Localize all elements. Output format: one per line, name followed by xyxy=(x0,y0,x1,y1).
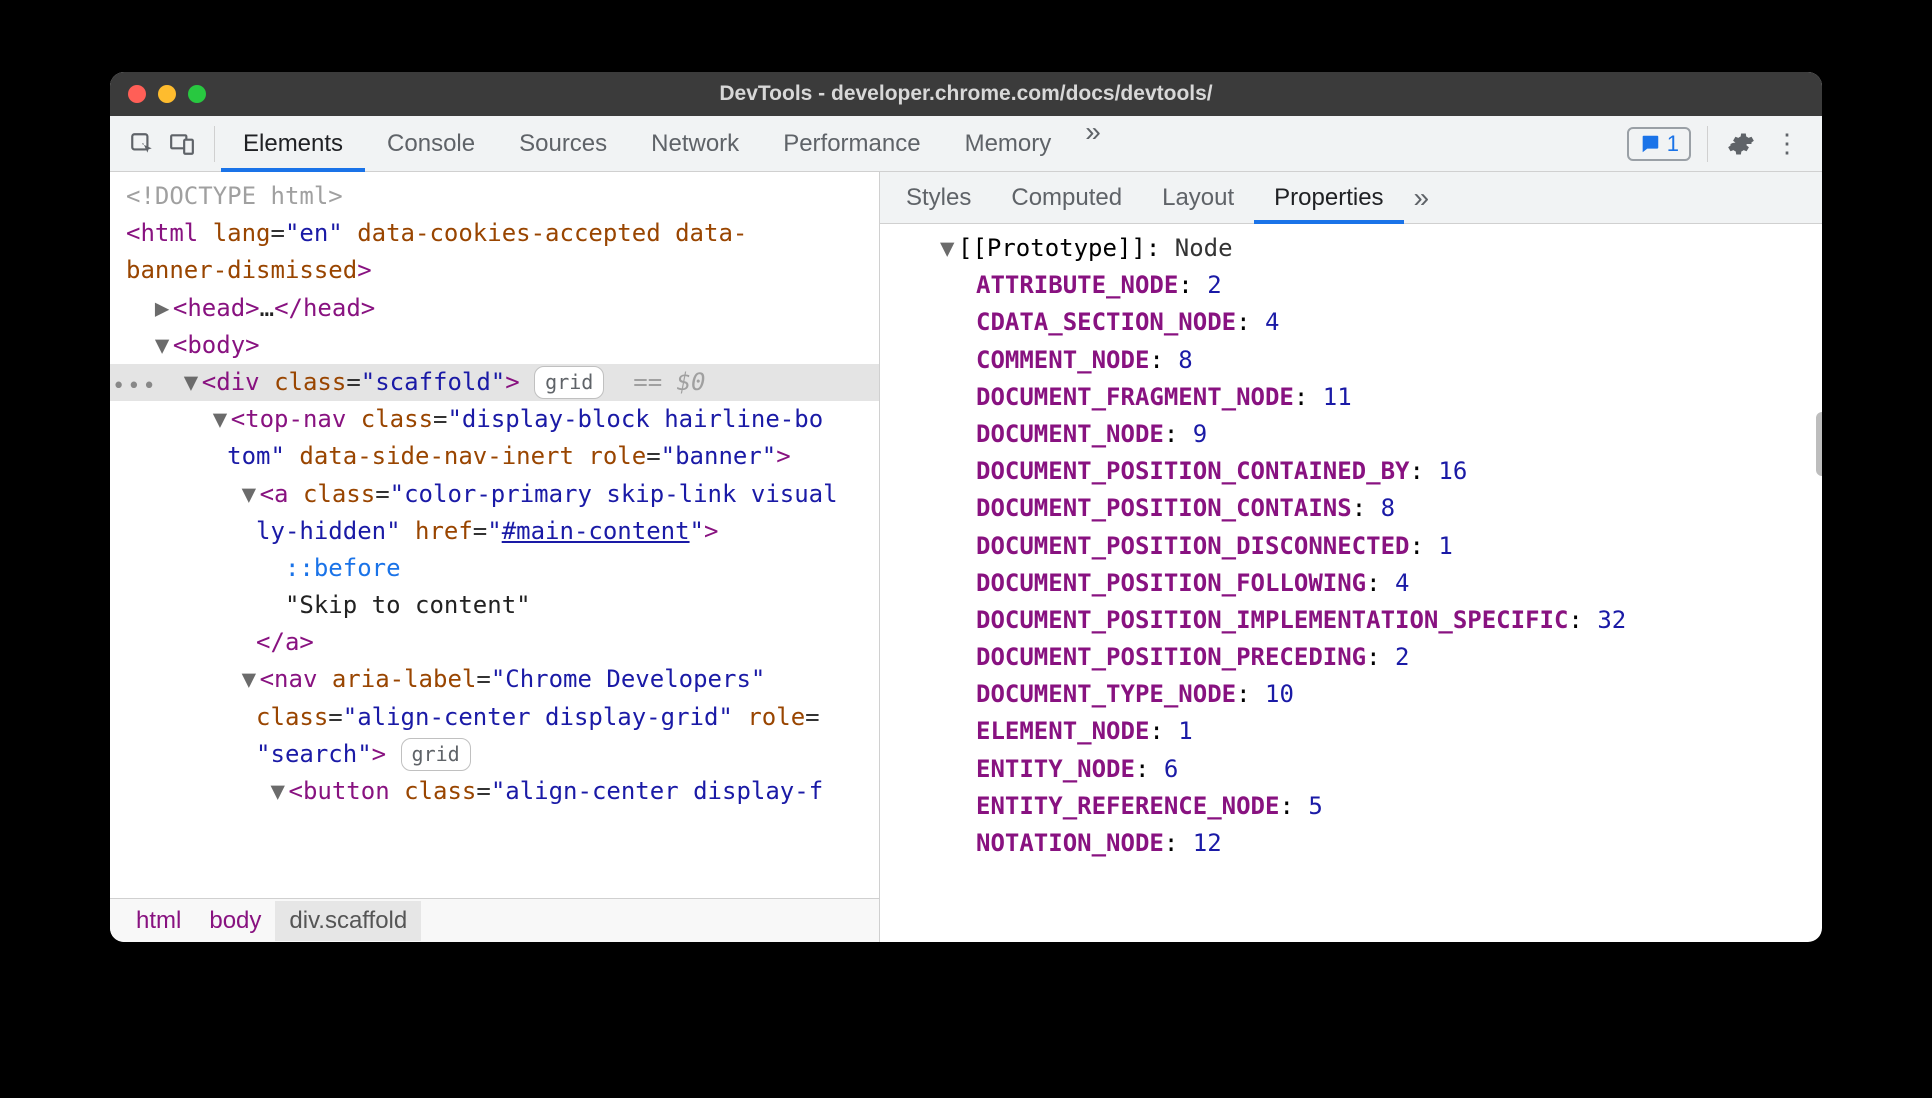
sidebar-tabs: Styles Computed Layout Properties » xyxy=(880,172,1822,224)
side-tab-computed[interactable]: Computed xyxy=(991,172,1142,223)
main-tabs: Elements Console Sources Network Perform… xyxy=(221,116,1113,171)
titlebar: DevTools - developer.chrome.com/docs/dev… xyxy=(110,72,1822,116)
dom-a-text[interactable]: "Skip to content" xyxy=(110,587,879,624)
dom-a-1[interactable]: ▼<a class="color-primary skip-link visua… xyxy=(110,476,879,513)
sidebar-panel: Styles Computed Layout Properties » ▼[[P… xyxy=(880,172,1822,942)
dom-selected-node[interactable]: ••• ▼<div class="scaffold"> grid == $0 xyxy=(110,364,879,401)
dom-a-close[interactable]: </a> xyxy=(110,624,879,661)
gear-icon xyxy=(1727,130,1755,158)
scrollbar-thumb[interactable] xyxy=(1816,412,1822,476)
dom-doctype[interactable]: <!DOCTYPE html> xyxy=(110,178,879,215)
crumb-div-scaffold[interactable]: div.scaffold xyxy=(275,901,421,941)
main-toolbar: Elements Console Sources Network Perform… xyxy=(110,116,1822,172)
elements-panel: <!DOCTYPE html> <html lang="en" data-coo… xyxy=(110,172,880,942)
tab-console[interactable]: Console xyxy=(365,116,497,171)
property-row[interactable]: DOCUMENT_POSITION_IMPLEMENTATION_SPECIFI… xyxy=(880,602,1822,639)
zoom-window-button[interactable] xyxy=(188,85,206,103)
tab-elements[interactable]: Elements xyxy=(221,116,365,171)
close-window-button[interactable] xyxy=(128,85,146,103)
property-row[interactable]: DOCUMENT_POSITION_PRECEDING: 2 xyxy=(880,639,1822,676)
toolbar-separator xyxy=(1707,126,1708,162)
side-tab-properties[interactable]: Properties xyxy=(1254,172,1403,223)
property-row[interactable]: ATTRIBUTE_NODE: 2 xyxy=(880,267,1822,304)
dom-nav-1[interactable]: ▼<nav aria-label="Chrome Developers" xyxy=(110,661,879,698)
breadcrumbs: html body div.scaffold xyxy=(110,898,879,942)
property-row[interactable]: DOCUMENT_POSITION_DISCONNECTED: 1 xyxy=(880,528,1822,565)
dom-a-2[interactable]: ly-hidden" href="#main-content"> xyxy=(110,513,879,550)
tabs-overflow-icon[interactable]: » xyxy=(1073,116,1113,171)
dom-tree[interactable]: <!DOCTYPE html> <html lang="en" data-coo… xyxy=(110,172,879,898)
crumb-html[interactable]: html xyxy=(122,901,195,941)
dom-html-open-2[interactable]: banner-dismissed> xyxy=(110,252,879,289)
property-row[interactable]: DOCUMENT_POSITION_CONTAINED_BY: 16 xyxy=(880,453,1822,490)
property-row[interactable]: NOTATION_NODE: 12 xyxy=(880,825,1822,862)
property-row[interactable]: COMMENT_NODE: 8 xyxy=(880,342,1822,379)
property-row[interactable]: DOCUMENT_NODE: 9 xyxy=(880,416,1822,453)
property-row[interactable]: DOCUMENT_TYPE_NODE: 10 xyxy=(880,676,1822,713)
dom-nav-2[interactable]: class="align-center display-grid" role= xyxy=(110,699,879,736)
minimize-window-button[interactable] xyxy=(158,85,176,103)
grid-badge[interactable]: grid xyxy=(534,366,604,399)
property-row[interactable]: ENTITY_REFERENCE_NODE: 5 xyxy=(880,788,1822,825)
side-tab-layout[interactable]: Layout xyxy=(1142,172,1254,223)
property-row[interactable]: ELEMENT_NODE: 1 xyxy=(880,713,1822,750)
ellipsis-icon[interactable]: ••• xyxy=(112,370,158,404)
property-row[interactable]: ENTITY_NODE: 6 xyxy=(880,751,1822,788)
property-row[interactable]: DOCUMENT_POSITION_CONTAINS: 8 xyxy=(880,490,1822,527)
tab-memory[interactable]: Memory xyxy=(943,116,1074,171)
tab-sources[interactable]: Sources xyxy=(497,116,629,171)
property-row[interactable]: CDATA_SECTION_NODE: 4 xyxy=(880,304,1822,341)
property-row[interactable]: DOCUMENT_POSITION_FOLLOWING: 4 xyxy=(880,565,1822,602)
settings-button[interactable] xyxy=(1724,127,1758,161)
grid-badge[interactable]: grid xyxy=(401,738,471,771)
dom-button-1[interactable]: ▼<button class="align-center display-f xyxy=(110,773,879,810)
dom-topnav-2[interactable]: tom" data-side-nav-inert role="banner"> xyxy=(110,438,879,475)
property-row[interactable]: DOCUMENT_FRAGMENT_NODE: 11 xyxy=(880,379,1822,416)
chat-icon xyxy=(1639,133,1661,155)
dom-head[interactable]: ▶<head>…</head> xyxy=(110,290,879,327)
dom-html-open[interactable]: <html lang="en" data-cookies-accepted da… xyxy=(110,215,879,252)
dom-topnav-1[interactable]: ▼<top-nav class="display-block hairline-… xyxy=(110,401,879,438)
sidebar-tabs-overflow-icon[interactable]: » xyxy=(1404,182,1440,214)
issues-count: 1 xyxy=(1667,131,1679,157)
more-menu-button[interactable]: ⋮ xyxy=(1768,128,1806,159)
device-toggle-icon[interactable] xyxy=(164,126,200,162)
dom-a-pseudo[interactable]: ::before xyxy=(110,550,879,587)
inspect-element-icon[interactable] xyxy=(124,126,160,162)
dom-body-open[interactable]: ▼<body> xyxy=(110,327,879,364)
devtools-window: DevTools - developer.chrome.com/docs/dev… xyxy=(110,72,1822,942)
tab-network[interactable]: Network xyxy=(629,116,761,171)
prototype-row[interactable]: ▼[[Prototype]]: Node xyxy=(880,230,1822,267)
side-tab-styles[interactable]: Styles xyxy=(886,172,991,223)
tab-performance[interactable]: Performance xyxy=(761,116,942,171)
properties-pane[interactable]: ▼[[Prototype]]: Node ATTRIBUTE_NODE: 2CD… xyxy=(880,224,1822,942)
window-controls xyxy=(110,85,206,103)
crumb-body[interactable]: body xyxy=(195,901,275,941)
issues-button[interactable]: 1 xyxy=(1627,127,1691,161)
dom-nav-3[interactable]: "search"> grid xyxy=(110,736,879,773)
selected-eq0: == $0 xyxy=(633,368,705,396)
window-title: DevTools - developer.chrome.com/docs/dev… xyxy=(110,82,1822,106)
toolbar-separator xyxy=(214,126,215,162)
